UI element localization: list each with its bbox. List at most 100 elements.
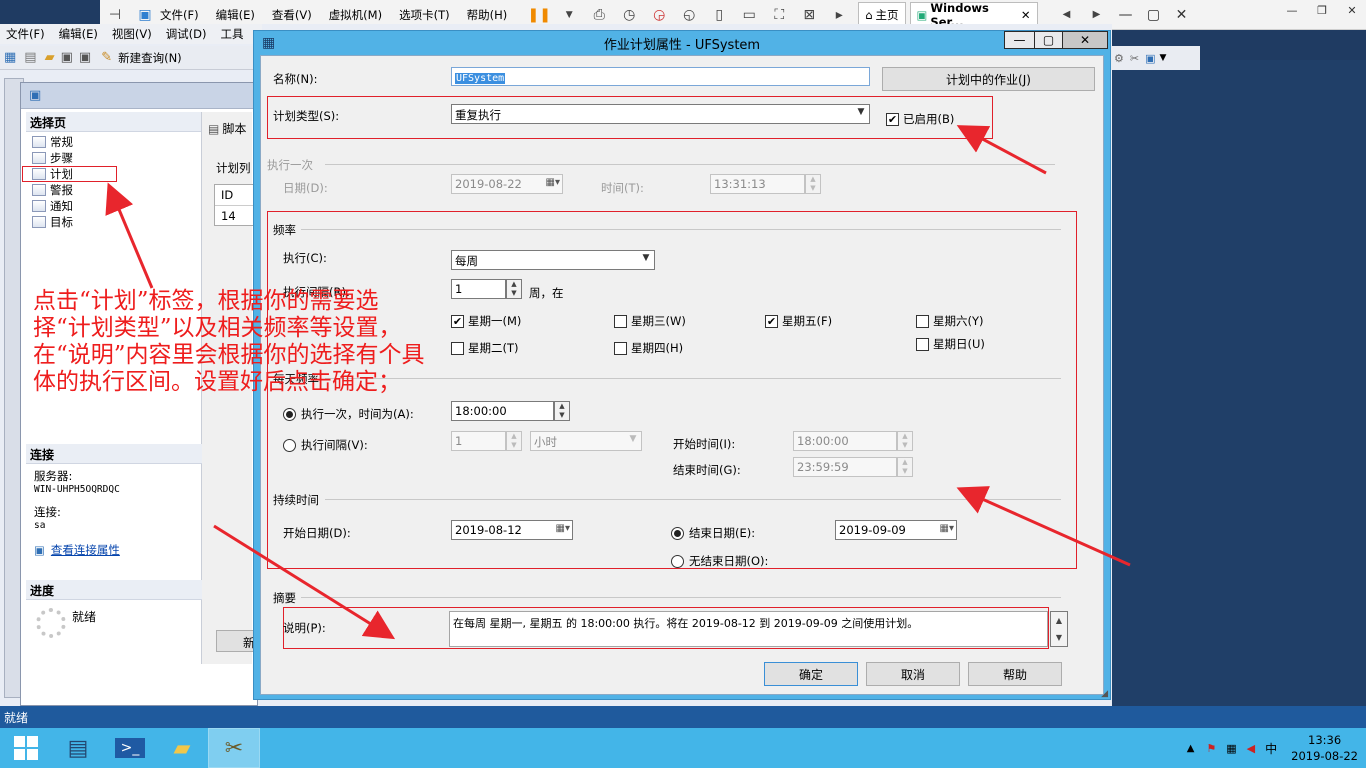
save-icon[interactable]: ▣ bbox=[61, 50, 73, 65]
day-monday-checkbox[interactable]: ✔ 星期一(M) bbox=[451, 313, 521, 329]
ssms-menu-file[interactable]: 文件(F) bbox=[6, 26, 45, 42]
new-schedule-button[interactable]: 新 bbox=[216, 630, 256, 652]
close-icon[interactable]: ✕ bbox=[1168, 5, 1196, 25]
window-icon[interactable]: ▣ bbox=[1145, 52, 1155, 65]
daily-once-time-input[interactable]: 18:00:00 bbox=[451, 401, 554, 421]
send-keys-icon[interactable]: ⎙ bbox=[588, 4, 610, 26]
fullscreen-icon[interactable]: ⛶ bbox=[768, 4, 790, 26]
ok-button[interactable]: 确定 bbox=[764, 662, 858, 686]
daily-every-unit-select[interactable]: 小时 ▼ bbox=[530, 431, 642, 451]
once-time-spinner[interactable]: ▲ ▼ bbox=[805, 174, 821, 194]
vm-library-icon[interactable]: ▣ bbox=[134, 4, 156, 26]
snapshot-icon[interactable]: ◷ bbox=[618, 4, 640, 26]
revert-snapshot-icon[interactable]: ◶ bbox=[648, 4, 670, 26]
page-general[interactable]: 常规 bbox=[26, 134, 201, 150]
thumbnail-icon[interactable]: ▭ bbox=[738, 4, 760, 26]
guest-restore-icon[interactable]: ❐ bbox=[1308, 0, 1336, 20]
schedule-type-select[interactable]: 重复执行 ▼ bbox=[451, 104, 870, 124]
page-alerts[interactable]: 警报 bbox=[26, 182, 201, 198]
schedule-row-id[interactable]: 14 bbox=[215, 206, 253, 226]
tab-close-icon[interactable]: ✕ bbox=[1021, 8, 1031, 22]
no-end-date-radio[interactable]: 无结束日期(O): bbox=[671, 553, 768, 569]
jobs-in-schedule-button[interactable]: 计划中的作业(J) bbox=[882, 67, 1095, 91]
page-notifications[interactable]: 通知 bbox=[26, 198, 201, 214]
start-time-input[interactable]: 18:00:00 bbox=[793, 431, 897, 451]
day-thursday-checkbox[interactable]: 星期四(H) bbox=[614, 340, 683, 356]
tab-next-icon[interactable]: ▶ bbox=[1086, 4, 1108, 26]
guest-minimize-icon[interactable]: — bbox=[1278, 0, 1306, 20]
tray-flag-icon[interactable]: ⚑ bbox=[1206, 742, 1216, 755]
sidebar-toggle-icon[interactable]: ▯ bbox=[708, 4, 730, 26]
tools-icon[interactable]: ✂ bbox=[1130, 52, 1139, 65]
tray-network-icon[interactable]: ▦ bbox=[1226, 742, 1236, 755]
help-button[interactable]: 帮助 bbox=[968, 662, 1062, 686]
page-schedules[interactable]: 计划 bbox=[22, 166, 117, 182]
dialog-maximize-icon[interactable]: ▢ bbox=[1034, 31, 1062, 49]
day-wednesday-checkbox[interactable]: 星期三(W) bbox=[614, 313, 686, 329]
daily-every-radio[interactable]: 执行间隔(V): bbox=[283, 437, 368, 453]
dialog-close-icon[interactable]: ✕ bbox=[1062, 31, 1108, 49]
toolbar-dropdown-icon[interactable]: ▼ bbox=[1160, 53, 1167, 63]
day-saturday-checkbox[interactable]: 星期六(Y) bbox=[916, 313, 984, 329]
resize-grip-icon[interactable]: ◢ bbox=[1101, 689, 1108, 699]
dropdown-icon[interactable]: ▼ bbox=[558, 4, 580, 26]
pause-icon[interactable]: ❚❚ bbox=[527, 4, 550, 26]
tray-ime-indicator[interactable]: 中 bbox=[1265, 740, 1277, 757]
daily-once-radio[interactable]: 执行一次，时间为(A): bbox=[283, 406, 414, 422]
grid-icon[interactable]: ▤ bbox=[24, 50, 36, 65]
new-project-icon[interactable]: ▦ bbox=[4, 50, 16, 65]
guest-close-icon[interactable]: ✕ bbox=[1338, 0, 1366, 20]
start-time-spinner[interactable]: ▲ ▼ bbox=[897, 431, 913, 451]
new-query-button[interactable]: 新建查询(N) bbox=[118, 50, 182, 66]
start-date-picker[interactable]: 2019-08-12 ▦▾ bbox=[451, 520, 573, 540]
tab-prev-icon[interactable]: ◀ bbox=[1056, 4, 1078, 26]
snapshot-manager-icon[interactable]: ◵ bbox=[678, 4, 700, 26]
properties-icon[interactable]: ⚙ bbox=[1114, 52, 1124, 65]
tray-expand-icon[interactable]: ▲ bbox=[1187, 743, 1195, 754]
vm-menu-tabs[interactable]: 选项卡(T) bbox=[399, 7, 450, 23]
name-input[interactable]: UFSystem bbox=[451, 67, 870, 86]
vm-menu-edit[interactable]: 编辑(E) bbox=[216, 7, 255, 23]
console-icon[interactable]: ▸ bbox=[828, 4, 850, 26]
start-button[interactable] bbox=[0, 728, 52, 768]
unity-icon[interactable]: ⊠ bbox=[798, 4, 820, 26]
tray-clock[interactable]: 13:36 2019-08-22 bbox=[1291, 732, 1358, 764]
pin-icon[interactable]: ⊣ bbox=[104, 4, 126, 26]
open-folder-icon[interactable]: ▰ bbox=[45, 50, 55, 65]
end-date-picker[interactable]: 2019-09-09 ▦▾ bbox=[835, 520, 957, 540]
ssms-menu-view[interactable]: 视图(V) bbox=[112, 26, 152, 42]
ssms-menu-edit[interactable]: 编辑(E) bbox=[59, 26, 98, 42]
vm-menu-vm[interactable]: 虚拟机(M) bbox=[329, 7, 382, 23]
enabled-checkbox[interactable]: ✔ 已启用(B) bbox=[886, 111, 954, 127]
day-tuesday-checkbox[interactable]: 星期二(T) bbox=[451, 340, 519, 356]
taskbar-powershell[interactable]: >_ bbox=[104, 728, 156, 768]
save-all-icon[interactable]: ▣ bbox=[79, 50, 91, 65]
taskbar-explorer[interactable]: ▰ bbox=[156, 728, 208, 768]
description-scrollbar[interactable]: ▲ ▼ bbox=[1050, 611, 1068, 647]
end-date-radio[interactable]: 结束日期(E): bbox=[671, 525, 755, 541]
recurs-spinner[interactable]: ▲ ▼ bbox=[506, 279, 522, 299]
minimize-icon[interactable]: — bbox=[1112, 5, 1140, 25]
maximize-icon[interactable]: ▢ bbox=[1140, 5, 1168, 25]
vm-menu-file[interactable]: 文件(F) bbox=[160, 7, 199, 23]
end-time-spinner[interactable]: ▲ ▼ bbox=[897, 457, 913, 477]
daily-every-input[interactable]: 1 bbox=[451, 431, 506, 451]
dialog-minimize-icon[interactable]: — bbox=[1004, 31, 1034, 49]
day-friday-checkbox[interactable]: ✔ 星期五(F) bbox=[765, 313, 832, 329]
view-connection-properties-link[interactable]: 查看连接属性 bbox=[51, 544, 120, 557]
page-targets[interactable]: 目标 bbox=[26, 214, 201, 230]
daily-every-spinner[interactable]: ▲ ▼ bbox=[506, 431, 522, 451]
script-button[interactable]: ▤ 脚本 bbox=[208, 120, 246, 137]
taskbar-ssms[interactable]: ✂ bbox=[208, 728, 260, 768]
vm-menu-view[interactable]: 查看(V) bbox=[272, 7, 312, 23]
recurs-input[interactable]: 1 bbox=[451, 279, 506, 299]
vm-menu-help[interactable]: 帮助(H) bbox=[467, 7, 508, 23]
daily-once-time-spinner[interactable]: ▲ ▼ bbox=[554, 401, 570, 421]
once-time-input[interactable]: 13:31:13 bbox=[710, 174, 805, 194]
description-textbox[interactable]: 在每周 星期一, 星期五 的 18:00:00 执行。将在 2019-08-12… bbox=[449, 611, 1048, 647]
ssms-menu-debug[interactable]: 调试(D) bbox=[166, 26, 207, 42]
tray-volume-icon[interactable]: ◀ bbox=[1247, 742, 1255, 755]
ssms-menu-tools[interactable]: 工具 bbox=[221, 26, 244, 42]
taskbar-server-manager[interactable]: ▤ bbox=[52, 728, 104, 768]
page-steps[interactable]: 步骤 bbox=[26, 150, 201, 166]
